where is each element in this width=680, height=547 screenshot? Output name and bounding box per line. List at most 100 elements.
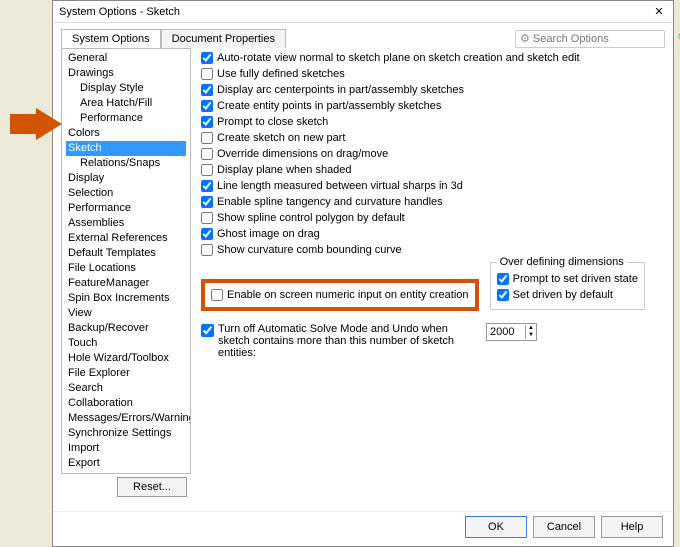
- option-row[interactable]: Auto-rotate view normal to sketch plane …: [201, 50, 659, 65]
- option-label: Show curvature comb bounding curve: [217, 244, 402, 256]
- option-row[interactable]: Show spline control polygon by default: [201, 210, 659, 225]
- tree-item[interactable]: External References: [66, 231, 186, 246]
- option-label: Ghost image on drag: [217, 228, 320, 240]
- checkbox-set-driven[interactable]: [497, 289, 509, 301]
- tree-item[interactable]: Relations/Snaps: [66, 156, 186, 171]
- option-label: Enable spline tangency and curvature han…: [217, 196, 443, 208]
- option-row[interactable]: Override dimensions on drag/move: [201, 146, 659, 161]
- option-label: Display arc centerpoints in part/assembl…: [217, 84, 464, 96]
- tree-item[interactable]: Selection: [66, 186, 186, 201]
- option-row[interactable]: Display arc centerpoints in part/assembl…: [201, 82, 659, 97]
- reset-button[interactable]: Reset...: [117, 477, 187, 497]
- tree-item[interactable]: Import: [66, 441, 186, 456]
- option-checkbox[interactable]: [201, 164, 213, 176]
- opt-autosolve[interactable]: Turn off Automatic Solve Mode and Undo w…: [201, 323, 659, 359]
- tree-item[interactable]: Synchronize Settings: [66, 426, 186, 441]
- tree-item[interactable]: Performance: [66, 111, 186, 126]
- label-enable-numeric-input: Enable on screen numeric input on entity…: [227, 289, 469, 301]
- option-checkbox[interactable]: [201, 84, 213, 96]
- reset-bar: Reset...: [61, 474, 195, 503]
- option-checkbox[interactable]: [201, 196, 213, 208]
- autosolve-value[interactable]: [487, 326, 525, 338]
- opt-prompt-driven[interactable]: Prompt to set driven state: [497, 271, 638, 286]
- tree-item[interactable]: Performance: [66, 201, 186, 216]
- tree-item[interactable]: Messages/Errors/Warnings: [66, 411, 186, 426]
- tree-item[interactable]: Search: [66, 381, 186, 396]
- option-checkbox[interactable]: [201, 132, 213, 144]
- option-label: Use fully defined sketches: [217, 68, 345, 80]
- option-row[interactable]: Ghost image on drag: [201, 226, 659, 241]
- option-row[interactable]: Show curvature comb bounding curve: [201, 242, 659, 257]
- tree-item[interactable]: View: [66, 306, 186, 321]
- option-label: Line length measured between virtual sha…: [217, 180, 463, 192]
- search-input[interactable]: [530, 33, 678, 45]
- tree-item[interactable]: Touch: [66, 336, 186, 351]
- titlebar: System Options - Sketch ✕: [53, 1, 673, 23]
- option-row[interactable]: Prompt to close sketch: [201, 114, 659, 129]
- tabs-row: System Options Document Properties ⚙ 🔍: [53, 23, 673, 48]
- option-checkbox[interactable]: [201, 100, 213, 112]
- tree-item[interactable]: Assemblies: [66, 216, 186, 231]
- pointer-arrow: [8, 108, 64, 151]
- option-checkbox[interactable]: [201, 212, 213, 224]
- option-label: Create sketch on new part: [217, 132, 345, 144]
- option-row[interactable]: Enable spline tangency and curvature han…: [201, 194, 659, 209]
- tab-document-properties[interactable]: Document Properties: [161, 29, 286, 48]
- tree-item[interactable]: Backup/Recover: [66, 321, 186, 336]
- option-checkbox[interactable]: [201, 180, 213, 192]
- option-label: Override dimensions on drag/move: [217, 148, 388, 160]
- tree-item[interactable]: File Explorer: [66, 366, 186, 381]
- option-checkbox[interactable]: [201, 68, 213, 80]
- option-checkbox[interactable]: [201, 148, 213, 160]
- option-checkbox[interactable]: [201, 244, 213, 256]
- checkbox-prompt-driven[interactable]: [497, 273, 509, 285]
- opt-enable-numeric-input[interactable]: Enable on screen numeric input on entity…: [211, 287, 469, 302]
- tree-item[interactable]: Drawings: [66, 66, 186, 81]
- spinner-up-icon[interactable]: ▲: [526, 325, 536, 332]
- option-label: Auto-rotate view normal to sketch plane …: [217, 52, 580, 64]
- tree-item[interactable]: FeatureManager: [66, 276, 186, 291]
- option-row[interactable]: Create entity points in part/assembly sk…: [201, 98, 659, 113]
- over-defining-legend: Over defining dimensions: [497, 256, 627, 268]
- over-defining-group: Over defining dimensions Prompt to set d…: [490, 262, 645, 310]
- tree-item[interactable]: General: [66, 51, 186, 66]
- option-checkbox[interactable]: [201, 116, 213, 128]
- tree-item[interactable]: Collaboration: [66, 396, 186, 411]
- cancel-button[interactable]: Cancel: [533, 516, 595, 538]
- tree-item[interactable]: Default Templates: [66, 246, 186, 261]
- tree-item[interactable]: Spin Box Increments: [66, 291, 186, 306]
- option-checkbox[interactable]: [201, 228, 213, 240]
- category-tree[interactable]: GeneralDrawingsDisplay StyleArea Hatch/F…: [61, 48, 191, 474]
- tree-item[interactable]: Area Hatch/Fill: [66, 96, 186, 111]
- label-autosolve: Turn off Automatic Solve Mode and Undo w…: [218, 323, 478, 359]
- tree-item[interactable]: Colors: [66, 126, 186, 141]
- checkbox-autosolve[interactable]: [201, 324, 214, 337]
- tree-item[interactable]: Sketch: [66, 141, 186, 156]
- spinner-down-icon[interactable]: ▼: [526, 332, 536, 339]
- option-row[interactable]: Line length measured between virtual sha…: [201, 178, 659, 193]
- tree-item[interactable]: File Locations: [66, 261, 186, 276]
- checkbox-enable-numeric-input[interactable]: [211, 289, 223, 301]
- tree-item[interactable]: Display: [66, 171, 186, 186]
- option-row[interactable]: Display plane when shaded: [201, 162, 659, 177]
- autosolve-spinner[interactable]: ▲ ▼: [486, 323, 537, 341]
- option-row[interactable]: Use fully defined sketches: [201, 66, 659, 81]
- help-button[interactable]: Help: [601, 516, 663, 538]
- option-checkbox[interactable]: [201, 52, 213, 64]
- tree-item[interactable]: Export: [66, 456, 186, 471]
- gear-icon: ⚙: [520, 32, 530, 45]
- system-options-dialog: System Options - Sketch ✕ System Options…: [52, 0, 674, 547]
- tree-item[interactable]: Display Style: [66, 81, 186, 96]
- search-options-box[interactable]: ⚙ 🔍: [515, 30, 665, 48]
- close-icon[interactable]: ✕: [651, 5, 667, 18]
- window-title: System Options - Sketch: [59, 6, 651, 18]
- tab-system-options[interactable]: System Options: [61, 29, 161, 48]
- label-set-driven: Set driven by default: [513, 289, 613, 301]
- opt-set-driven[interactable]: Set driven by default: [497, 287, 638, 302]
- dialog-footer: OK Cancel Help: [53, 511, 673, 546]
- ok-button[interactable]: OK: [465, 516, 527, 538]
- tree-item[interactable]: Hole Wizard/Toolbox: [66, 351, 186, 366]
- option-label: Display plane when shaded: [217, 164, 352, 176]
- option-row[interactable]: Create sketch on new part: [201, 130, 659, 145]
- tabs: System Options Document Properties: [61, 29, 515, 48]
